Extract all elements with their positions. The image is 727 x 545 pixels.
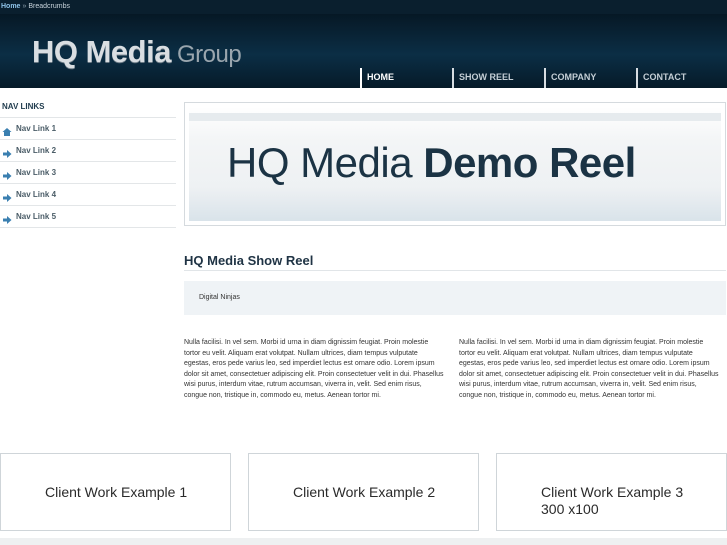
banner-stripe bbox=[189, 113, 721, 121]
nav-home[interactable]: HOME bbox=[360, 68, 452, 88]
example-size-label: 300 x100 bbox=[541, 501, 599, 517]
arrow-right-icon bbox=[2, 190, 12, 202]
arrow-right-icon bbox=[2, 168, 12, 180]
section-heading: HQ Media Show Reel bbox=[184, 253, 726, 271]
main-navigation: HOME SHOW REEL COMPANY CONTACT bbox=[360, 68, 727, 88]
footer-strip bbox=[0, 538, 727, 545]
body-text-column-2: Nulla facilisi. In vel sem. Morbi id urn… bbox=[459, 339, 719, 399]
sidebar-link-label: Nav Link 1 bbox=[16, 123, 57, 133]
example-label: Client Work Example 2 bbox=[293, 484, 436, 500]
breadcrumb: Home» Breadcrumbs bbox=[0, 0, 727, 14]
breadcrumb-home-link[interactable]: Home bbox=[1, 3, 20, 10]
sidebar-link-label: Nav Link 2 bbox=[16, 145, 57, 155]
logo-main-text: HQ Media bbox=[32, 34, 171, 69]
sidebar-nav-link-3[interactable]: Nav Link 3 bbox=[0, 162, 176, 184]
breadcrumb-current: Breadcrumbs bbox=[28, 3, 70, 10]
body-text-column-1: Nulla facilisi. In vel sem. Morbi id urn… bbox=[184, 339, 444, 399]
hero-banner-image: HQ Media Demo Reel bbox=[189, 107, 721, 221]
sidebar: NAV LINKS Nav Link 1 Nav Link 2 Nav Link… bbox=[0, 96, 176, 228]
example-label: Client Work Example 3 bbox=[541, 484, 684, 500]
sidebar-link-label: Nav Link 4 bbox=[16, 189, 57, 199]
hero-banner: HQ Media Demo Reel bbox=[184, 102, 726, 226]
nav-contact[interactable]: CONTACT bbox=[636, 68, 727, 88]
sidebar-link-label: Nav Link 5 bbox=[16, 211, 57, 221]
banner-title-bold: Demo Reel bbox=[423, 139, 636, 186]
sidebar-nav-link-1[interactable]: Nav Link 1 bbox=[0, 118, 176, 140]
nav-company[interactable]: COMPANY bbox=[544, 68, 636, 88]
arrow-right-icon bbox=[2, 146, 12, 158]
home-icon bbox=[2, 124, 12, 136]
breadcrumb-separator: » bbox=[22, 3, 27, 10]
banner-title: HQ Media Demo Reel bbox=[227, 139, 636, 187]
sidebar-nav-link-5[interactable]: Nav Link 5 bbox=[0, 206, 176, 228]
example-label: Client Work Example 1 bbox=[45, 484, 188, 500]
section-subtitle: Digital Ninjas bbox=[184, 281, 726, 315]
logo-group-text: Group bbox=[176, 41, 242, 68]
arrow-right-icon bbox=[2, 212, 12, 224]
client-work-example-2[interactable]: Client Work Example 2 bbox=[248, 453, 479, 531]
banner-title-light: HQ Media bbox=[227, 139, 413, 186]
nav-show-reel[interactable]: SHOW REEL bbox=[452, 68, 544, 88]
sidebar-nav-link-2[interactable]: Nav Link 2 bbox=[0, 140, 176, 162]
client-work-example-3[interactable]: Client Work Example 3 300 x100 bbox=[496, 453, 727, 531]
sidebar-title: NAV LINKS bbox=[0, 96, 176, 118]
sidebar-nav-link-4[interactable]: Nav Link 4 bbox=[0, 184, 176, 206]
client-work-example-1[interactable]: Client Work Example 1 bbox=[0, 453, 231, 531]
sidebar-link-label: Nav Link 3 bbox=[16, 167, 57, 177]
site-logo[interactable]: HQ Media Group bbox=[32, 34, 242, 70]
